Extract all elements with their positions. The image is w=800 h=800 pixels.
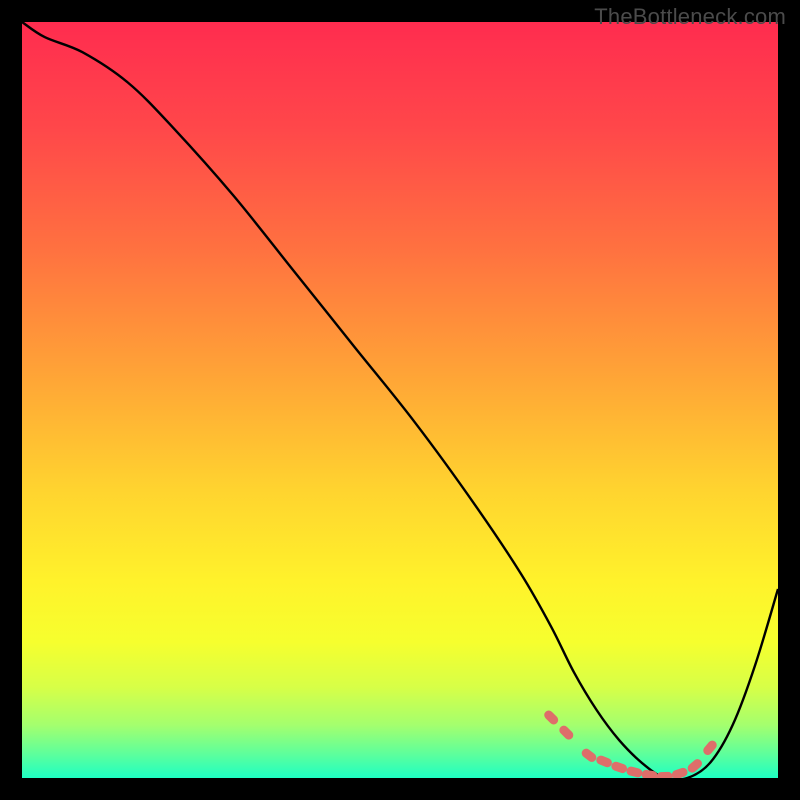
plot-area (22, 22, 778, 778)
watermark-text: TheBottleneck.com (594, 4, 786, 30)
chart-svg (22, 22, 778, 778)
gradient-background (22, 22, 778, 778)
chart-frame: TheBottleneck.com (0, 0, 800, 800)
